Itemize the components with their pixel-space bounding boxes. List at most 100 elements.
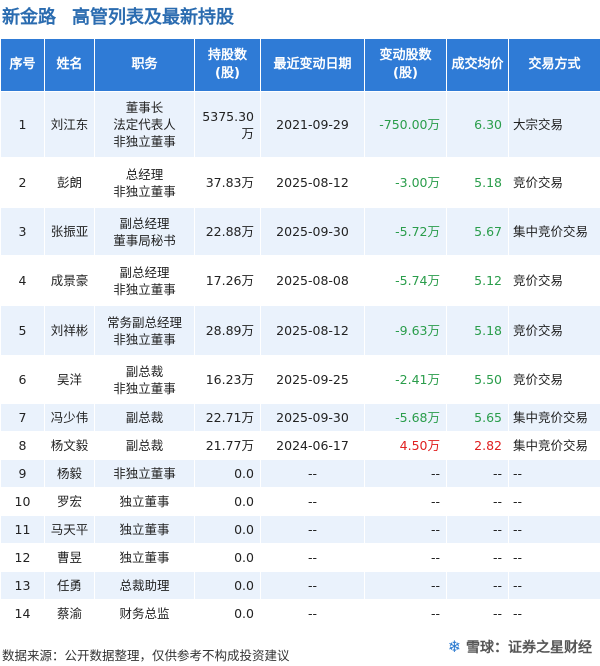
shares-held: 16.23万 xyxy=(194,355,261,404)
table-row: 2 彭朗 总经理 非独立董事 37.83万 2025-08-12 -3.00万 5.18 竞价… xyxy=(0,157,600,208)
column-header: 姓名 xyxy=(44,38,95,92)
shares-change: -5.74万 xyxy=(364,255,447,306)
row-number: 5 xyxy=(0,305,45,356)
shares-held: 21.77万 xyxy=(194,431,261,460)
trade-method: -- xyxy=(508,487,600,516)
table-row: 1 刘江东 董事长 法定代表人 非独立董事 5375.30万 2021-09-29 -75… xyxy=(0,91,600,158)
row-number: 10 xyxy=(0,487,45,516)
shares-change: -750.00万 xyxy=(364,91,447,158)
trade-method: 竞价交易 xyxy=(508,305,600,356)
trade-method: -- xyxy=(508,459,600,488)
row-number: 2 xyxy=(0,157,45,208)
avg-price: 5.12 xyxy=(446,255,509,306)
trade-method: 竞价交易 xyxy=(508,157,600,208)
shares-change: -- xyxy=(364,459,447,488)
avg-price: -- xyxy=(446,599,509,628)
column-header: 变动股数 (股) xyxy=(364,38,447,92)
executive-title: 副总经理 董事局秘书 xyxy=(94,207,195,256)
change-date: -- xyxy=(260,599,365,628)
avg-price: 2.82 xyxy=(446,431,509,460)
change-date: 2025-08-12 xyxy=(260,157,365,208)
trade-method: 集中竞价交易 xyxy=(508,403,600,432)
table-row: 3 张振亚 副总经理 董事局秘书 22.88万 2025-09-30 -5.72万 5.67… xyxy=(0,207,600,256)
executive-title: 独立董事 xyxy=(94,487,195,516)
trade-method: 大宗交易 xyxy=(508,91,600,158)
shares-held: 17.26万 xyxy=(194,255,261,306)
snowball-icon: ❄ xyxy=(447,637,462,656)
avg-price: -- xyxy=(446,543,509,572)
shares-held: 0.0 xyxy=(194,459,261,488)
executive-name: 张振亚 xyxy=(44,207,95,256)
table-row: 13 任勇 总裁助理 0.0 -- -- -- -- xyxy=(0,571,600,600)
avg-price: 5.18 xyxy=(446,157,509,208)
shares-held: 28.89万 xyxy=(194,305,261,356)
executive-name: 刘祥彬 xyxy=(44,305,95,356)
executive-name: 杨文毅 xyxy=(44,431,95,460)
table-header-row: 序号 姓名 职务 持股数 (股) 最近变动日期 变动股数 (股) 成交均价 交易方式 xyxy=(0,38,600,92)
executive-name: 吴洋 xyxy=(44,355,95,404)
table-row: 8 杨文毅 副总裁 21.77万 2024-06-17 4.50万 2.82 集中竞价交易 xyxy=(0,431,600,460)
data-source-note: 数据来源：公开数据整理，仅供参考不构成投资建议 xyxy=(2,648,290,663)
executive-name: 杨毅 xyxy=(44,459,95,488)
row-number: 12 xyxy=(0,543,45,572)
row-number: 11 xyxy=(0,515,45,544)
shares-change: -- xyxy=(364,487,447,516)
executive-title: 副总经理 非独立董事 xyxy=(94,255,195,306)
avg-price: -- xyxy=(446,487,509,516)
shares-held: 0.0 xyxy=(194,487,261,516)
shares-change: 4.50万 xyxy=(364,431,447,460)
column-header: 职务 xyxy=(94,38,195,92)
shares-held: 37.83万 xyxy=(194,157,261,208)
avg-price: -- xyxy=(446,571,509,600)
trade-method: -- xyxy=(508,543,600,572)
change-date: -- xyxy=(260,571,365,600)
row-number: 1 xyxy=(0,91,45,158)
executive-name: 曹昱 xyxy=(44,543,95,572)
table-row: 9 杨毅 非独立董事 0.0 -- -- -- -- xyxy=(0,459,600,488)
executive-table: 序号 姓名 职务 持股数 (股) 最近变动日期 变动股数 (股) 成交均价 交易方式 1 刘江东… xyxy=(0,38,600,628)
row-number: 7 xyxy=(0,403,45,432)
table-row: 14 蔡渝 财务总监 0.0 -- -- -- -- xyxy=(0,599,600,628)
change-date: -- xyxy=(260,487,365,516)
avg-price: 5.50 xyxy=(446,355,509,404)
column-header: 最近变动日期 xyxy=(260,38,365,92)
page-title: 高管列表及最新持股 xyxy=(72,7,234,28)
row-number: 9 xyxy=(0,459,45,488)
executive-title: 财务总监 xyxy=(94,599,195,628)
executive-name: 冯少伟 xyxy=(44,403,95,432)
trade-method: 集中竞价交易 xyxy=(508,207,600,256)
executive-title: 独立董事 xyxy=(94,543,195,572)
change-date: 2025-09-30 xyxy=(260,403,365,432)
executive-title: 副总裁 xyxy=(94,431,195,460)
trade-method: -- xyxy=(508,571,600,600)
row-number: 14 xyxy=(0,599,45,628)
executive-title: 总经理 非独立董事 xyxy=(94,157,195,208)
executive-title: 副总裁 xyxy=(94,403,195,432)
shares-held: 0.0 xyxy=(194,599,261,628)
shares-held: 5375.30万 xyxy=(194,91,261,158)
title-bar: 新金路 高管列表及最新持股 xyxy=(0,0,600,34)
change-date: 2021-09-29 xyxy=(260,91,365,158)
trade-method: -- xyxy=(508,515,600,544)
trade-method: 集中竞价交易 xyxy=(508,431,600,460)
row-number: 3 xyxy=(0,207,45,256)
brand-label: 雪球：证券之星财经 xyxy=(466,640,592,656)
table-row: 5 刘祥彬 常务副总经理 非独立董事 28.89万 2025-08-12 -9.63万 5.… xyxy=(0,305,600,356)
change-date: 2024-06-17 xyxy=(260,431,365,460)
shares-change: -- xyxy=(364,599,447,628)
row-number: 8 xyxy=(0,431,45,460)
avg-price: 5.65 xyxy=(446,403,509,432)
avg-price: 5.18 xyxy=(446,305,509,356)
table-row: 10 罗宏 独立董事 0.0 -- -- -- -- xyxy=(0,487,600,516)
shares-change: -- xyxy=(364,571,447,600)
row-number: 6 xyxy=(0,355,45,404)
executive-title: 总裁助理 xyxy=(94,571,195,600)
shares-change: -9.63万 xyxy=(364,305,447,356)
executive-name: 刘江东 xyxy=(44,91,95,158)
company-name: 新金路 xyxy=(2,7,56,28)
table-row: 12 曹昱 独立董事 0.0 -- -- -- -- xyxy=(0,543,600,572)
column-header: 交易方式 xyxy=(508,38,600,92)
shares-change: -3.00万 xyxy=(364,157,447,208)
shares-held: 22.71万 xyxy=(194,403,261,432)
column-header: 序号 xyxy=(0,38,45,92)
